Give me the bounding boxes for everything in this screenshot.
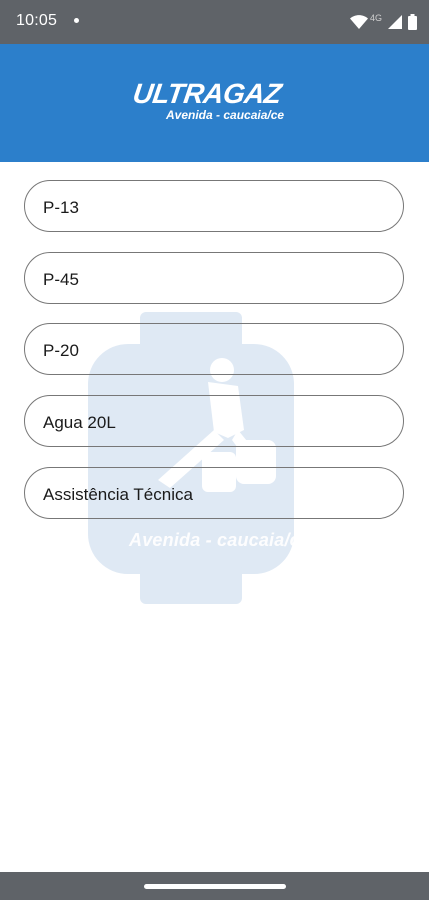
signal-icon xyxy=(388,15,402,29)
network-type: 4G xyxy=(369,13,382,23)
menu-item-label: P-20 xyxy=(43,341,79,360)
menu-item-agua-20l[interactable]: Agua 20L xyxy=(24,395,404,447)
status-bar: 10:05 4G xyxy=(0,0,429,44)
menu-item-label: Assistência Técnica xyxy=(43,485,193,504)
menu-item-p45[interactable]: P-45 xyxy=(24,252,404,304)
wifi-icon xyxy=(349,15,368,29)
menu-item-label: P-45 xyxy=(43,270,79,289)
status-time: 10:05 xyxy=(16,12,58,29)
status-icons: 4G xyxy=(349,12,417,32)
system-nav-bar xyxy=(0,872,429,900)
home-gesture-handle[interactable] xyxy=(144,884,286,889)
battery-icon xyxy=(408,14,417,30)
menu-item-label: Agua 20L xyxy=(43,413,116,432)
menu-item-p13[interactable]: P-13 xyxy=(24,180,404,232)
menu-item-label: P-13 xyxy=(43,198,79,217)
menu-item-assistencia-tecnica[interactable]: Assistência Técnica xyxy=(24,467,404,519)
ultragaz-logo: ULTRAGAZ xyxy=(130,78,284,109)
menu-item-p20[interactable]: P-20 xyxy=(24,323,404,375)
header-subtitle: Avenida - caucaia/ce xyxy=(166,108,285,122)
watermark-text: Avenida - caucaia/ce xyxy=(129,530,311,550)
notification-dot-icon xyxy=(74,18,79,23)
